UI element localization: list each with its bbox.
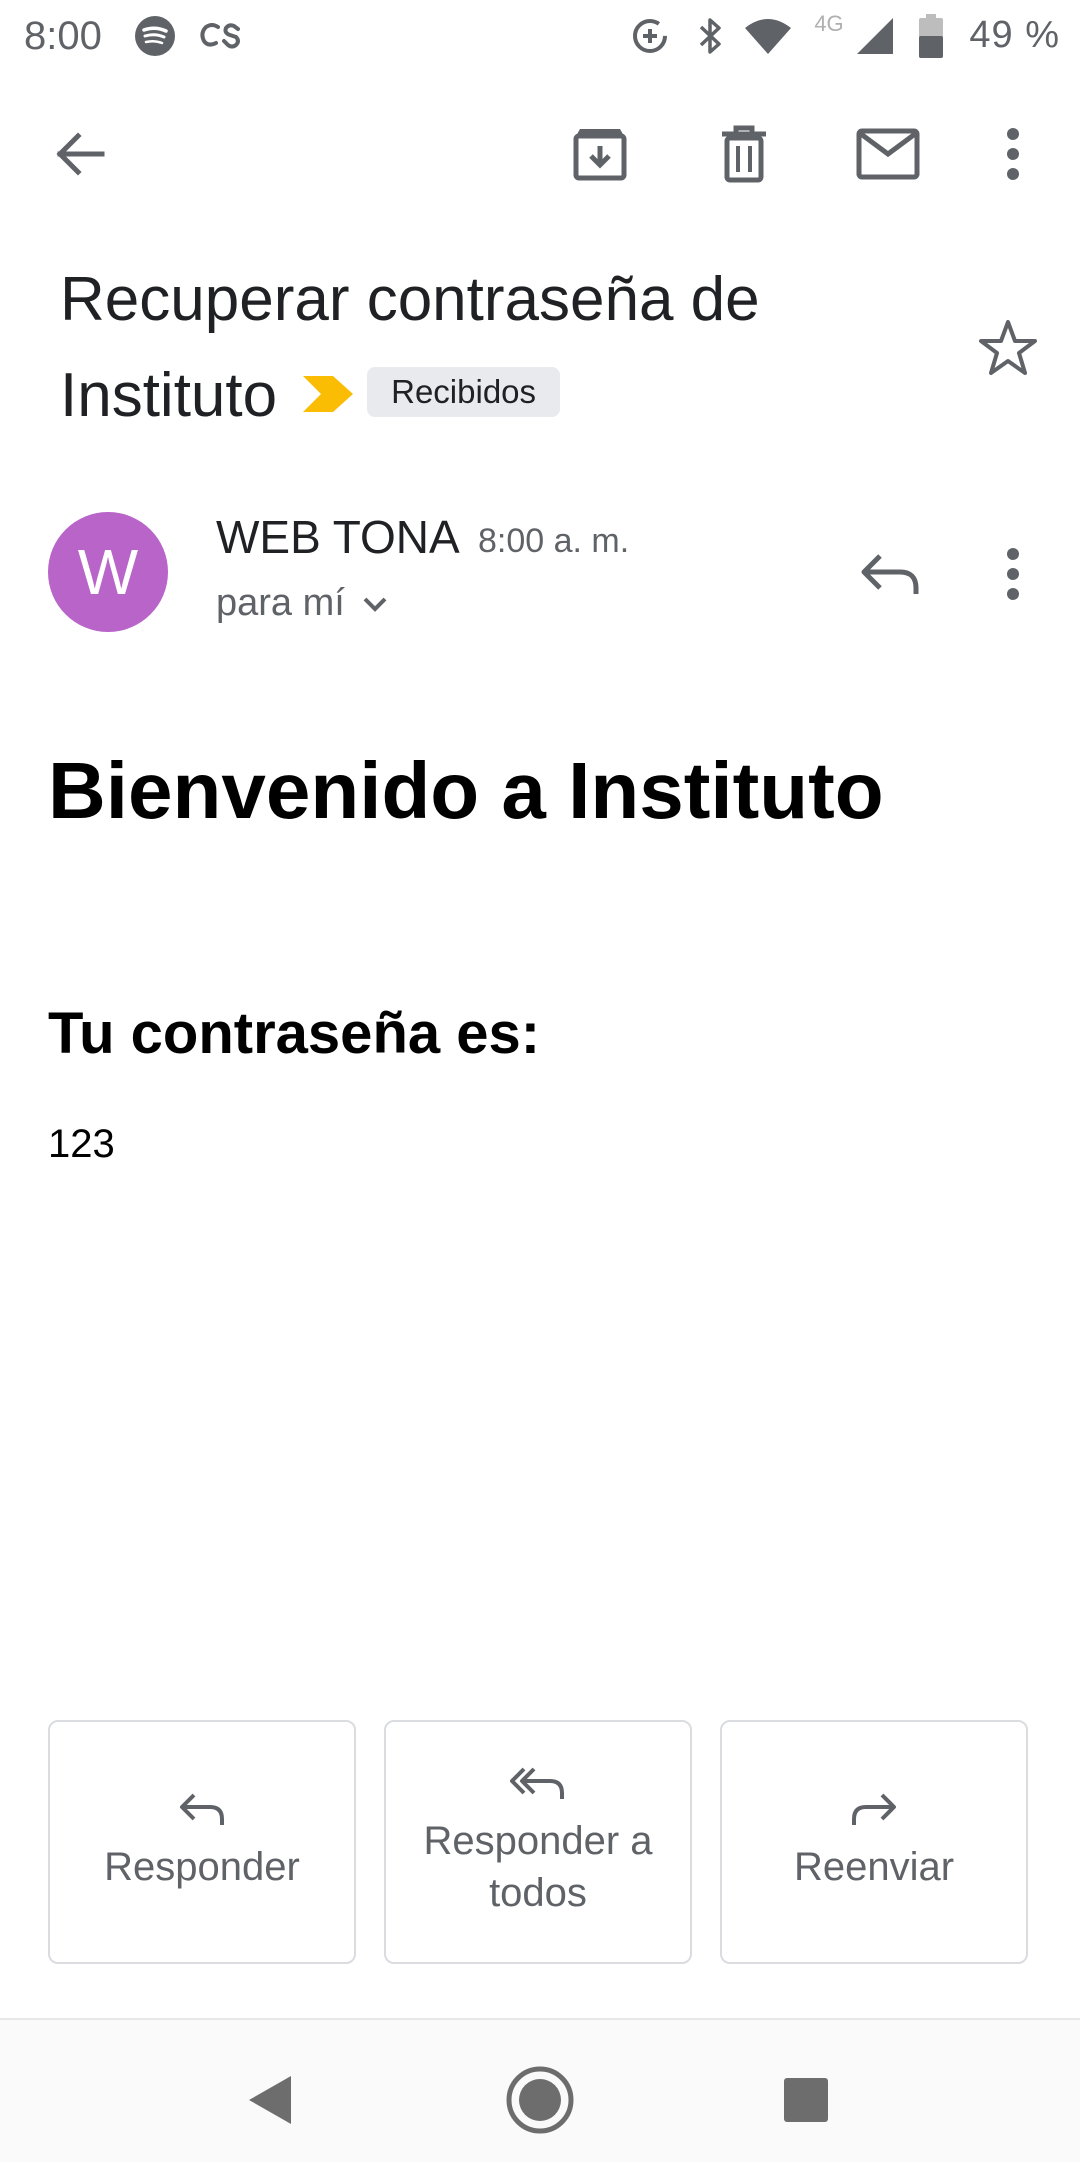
nav-recents-icon — [784, 2078, 828, 2122]
nav-recents-button[interactable] — [766, 2060, 846, 2140]
battery-percentage: 49 % — [969, 14, 1060, 56]
delete-icon — [722, 125, 766, 183]
reply-button[interactable] — [850, 538, 930, 610]
label-chip-inbox[interactable]: Recibidos — [367, 366, 561, 417]
nav-home-button[interactable] — [500, 2060, 580, 2140]
more-vert-icon — [1007, 128, 1019, 180]
sender-name[interactable]: WEB TONA — [216, 510, 460, 564]
back-arrow-icon — [56, 132, 105, 176]
wifi-icon — [742, 14, 794, 58]
importance-marker-icon[interactable] — [301, 346, 355, 442]
chevron-down-icon — [363, 597, 387, 612]
reply-all-action-label: Responder a todos — [423, 1819, 653, 1915]
status-bar: 8:00 4G 49 % — [0, 0, 1080, 72]
spotify-icon — [132, 14, 178, 58]
forward-action-label: Reenviar — [793, 1845, 955, 1889]
email-subject: Recuperar contraseña de Instituto Recibid… — [60, 252, 940, 448]
star-button[interactable] — [970, 310, 1046, 386]
reply-action-button[interactable]: Responder — [48, 1720, 356, 1964]
system-nav-bar — [0, 2018, 1080, 2162]
more-vert-icon — [1007, 548, 1019, 600]
forward-icon — [852, 1793, 896, 1825]
reply-action-label: Responder — [104, 1845, 300, 1889]
archive-button[interactable] — [564, 118, 636, 190]
bluetooth-icon — [690, 14, 730, 58]
mark-unread-button[interactable] — [852, 118, 924, 190]
battery-icon — [914, 14, 948, 58]
email-body-heading: Bienvenido a Instituto — [48, 746, 884, 835]
sender-avatar[interactable]: W — [48, 512, 168, 632]
lastfm-icon — [196, 14, 246, 58]
forward-action-button[interactable]: Reenviar — [720, 1720, 1028, 1964]
delete-button[interactable] — [708, 118, 780, 190]
reply-icon — [861, 554, 919, 594]
archive-icon — [573, 129, 627, 181]
recipient-details-toggle[interactable]: para mí — [216, 582, 389, 625]
lte-icon: 4G — [814, 11, 844, 36]
data-saver-icon — [628, 14, 672, 58]
status-time: 8:00 — [24, 14, 102, 58]
reply-icon — [180, 1793, 224, 1825]
email-body-subheading: Tu contraseña es: — [48, 1001, 541, 1066]
nav-home-icon — [506, 2066, 574, 2134]
reply-all-icon — [510, 1767, 564, 1799]
email-timestamp: 8:00 a. m. — [478, 522, 630, 560]
reply-all-action-button[interactable]: Responder a todos — [384, 1720, 692, 1964]
cell-signal-icon — [852, 14, 898, 58]
more-options-button[interactable] — [978, 118, 1048, 190]
password-value: 123 — [48, 1122, 115, 1166]
message-more-button[interactable] — [980, 538, 1046, 610]
recipient-text: para mí — [216, 582, 345, 624]
star-icon — [979, 320, 1037, 375]
nav-back-icon — [249, 2076, 291, 2124]
back-button[interactable] — [44, 118, 116, 190]
mark-unread-icon — [856, 128, 920, 180]
nav-back-button[interactable] — [230, 2060, 310, 2140]
